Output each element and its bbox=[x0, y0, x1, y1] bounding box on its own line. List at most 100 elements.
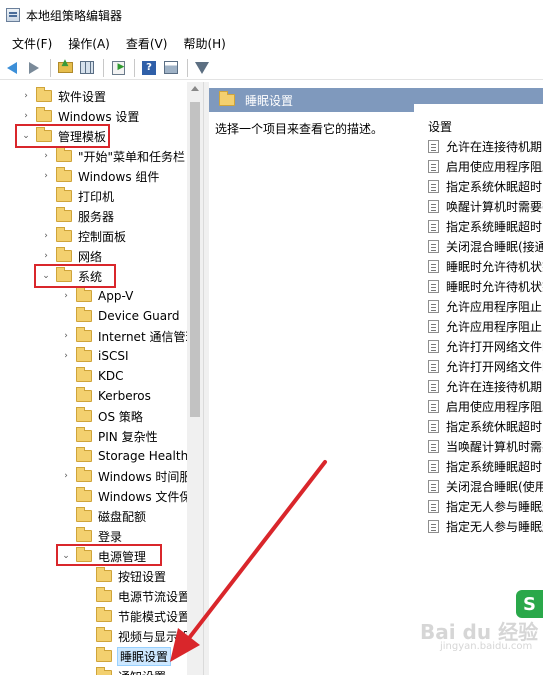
tree-item[interactable]: › 网络 bbox=[40, 246, 102, 266]
setting-row[interactable]: 唤醒计算机时需要密 bbox=[428, 196, 543, 216]
highlight-admin-templates bbox=[15, 124, 110, 148]
setting-label: 指定系统休眠超时(使 bbox=[446, 419, 543, 434]
folder-icon bbox=[96, 647, 112, 662]
tree-item[interactable]: 登录 bbox=[60, 526, 122, 546]
setting-row[interactable]: 启用使应用程序阻止 bbox=[428, 396, 543, 416]
export-list-button[interactable] bbox=[108, 58, 128, 78]
tree-item-label: 软件设置 bbox=[58, 89, 107, 104]
help-button[interactable]: ? bbox=[139, 58, 159, 78]
back-button[interactable] bbox=[2, 58, 22, 78]
tree-scrollbar[interactable] bbox=[187, 82, 203, 675]
chevron-right-icon[interactable]: › bbox=[20, 91, 32, 101]
show-hide-tree-button[interactable] bbox=[77, 58, 97, 78]
setting-row[interactable]: 指定系统休眠超时(接 bbox=[428, 176, 543, 196]
chevron-right-icon[interactable]: › bbox=[20, 111, 32, 121]
setting-label: 指定系统休眠超时(接 bbox=[446, 179, 543, 194]
tree-item[interactable]: › iSCSI bbox=[60, 346, 129, 366]
tree-item[interactable]: OS 策略 bbox=[60, 406, 143, 426]
folder-icon bbox=[56, 167, 72, 182]
tree-item[interactable]: 通知设置 bbox=[80, 666, 166, 675]
chevron-right-icon[interactable]: › bbox=[60, 291, 72, 301]
tree-item[interactable]: › Internet 通信管理 bbox=[60, 326, 197, 346]
tree-item[interactable]: Storage Health bbox=[60, 446, 188, 466]
setting-label: 允许在连接待机期间 bbox=[446, 379, 543, 394]
view-button[interactable] bbox=[161, 58, 181, 78]
highlight-power-management bbox=[56, 544, 162, 566]
setting-row[interactable]: 睡眠时允许待机状态 bbox=[428, 276, 543, 296]
setting-row[interactable]: 允许打开网络文件时 bbox=[428, 336, 543, 356]
tree-item[interactable]: 节能模式设置 bbox=[80, 606, 190, 626]
chevron-right-icon[interactable]: › bbox=[60, 351, 72, 361]
tree-item[interactable]: 磁盘配额 bbox=[60, 506, 146, 526]
tree-item[interactable]: 打印机 bbox=[40, 186, 114, 206]
folder-icon bbox=[76, 387, 92, 402]
filter-icon bbox=[195, 61, 209, 74]
up-one-level-button[interactable] bbox=[55, 58, 75, 78]
chevron-right-icon[interactable]: › bbox=[60, 471, 72, 481]
chevron-right-icon[interactable]: › bbox=[40, 251, 52, 261]
sogou-input-badge[interactable]: S bbox=[516, 590, 543, 618]
tree-item[interactable]: 电源节流设置 bbox=[80, 586, 190, 606]
tree-scrollbar-thumb[interactable] bbox=[190, 102, 200, 417]
tree-item[interactable]: PIN 复杂性 bbox=[60, 426, 158, 446]
tree-item-label: Windows 组件 bbox=[78, 169, 160, 184]
setting-row[interactable]: 启用使应用程序阻止 bbox=[428, 156, 543, 176]
chevron-right-icon[interactable]: › bbox=[60, 331, 72, 341]
back-arrow-icon bbox=[7, 61, 17, 74]
setting-row[interactable]: 允许在连接待机期间 bbox=[428, 376, 543, 396]
setting-label: 指定系统睡眠超时(接 bbox=[446, 219, 543, 234]
baidu-watermark-url: jingyan.baidu.com bbox=[440, 641, 533, 652]
menu-help[interactable]: 帮助(H) bbox=[175, 35, 233, 52]
tree-item[interactable]: › Windows 时间服务 bbox=[60, 466, 203, 486]
tree-item[interactable]: KDC bbox=[60, 366, 124, 386]
scroll-up-arrow-icon[interactable] bbox=[191, 86, 199, 91]
setting-row[interactable]: 允许打开网络文件时 bbox=[428, 356, 543, 376]
settings-column-header[interactable]: 设置 bbox=[428, 118, 452, 135]
tree-item[interactable]: 睡眠设置 bbox=[80, 646, 172, 666]
menu-view[interactable]: 查看(V) bbox=[118, 35, 176, 52]
folder-icon bbox=[96, 567, 112, 582]
tree-item[interactable]: Windows 文件保护 bbox=[60, 486, 203, 506]
setting-row[interactable]: 指定系统睡眠超时(使 bbox=[428, 456, 543, 476]
export-list-icon bbox=[111, 60, 125, 75]
setting-row[interactable]: 睡眠时允许待机状态 bbox=[428, 256, 543, 276]
setting-row[interactable]: 允许在连接待机期间 bbox=[428, 136, 543, 156]
policy-setting-icon bbox=[428, 519, 439, 533]
tree-item-label: Storage Health bbox=[98, 449, 189, 463]
setting-row[interactable]: 当唤醒计算机时需要 bbox=[428, 436, 543, 456]
chevron-right-icon[interactable]: › bbox=[40, 231, 52, 241]
setting-row[interactable]: 指定系统睡眠超时(接 bbox=[428, 216, 543, 236]
chevron-right-icon[interactable]: › bbox=[40, 171, 52, 181]
policy-setting-icon bbox=[428, 139, 439, 153]
folder-icon bbox=[76, 507, 92, 522]
tree-item[interactable]: 服务器 bbox=[40, 206, 114, 226]
tree-item-label: KDC bbox=[98, 369, 124, 383]
tree-item[interactable]: › "开始"菜单和任务栏 bbox=[40, 146, 185, 166]
tree-item[interactable]: Device Guard bbox=[60, 306, 179, 326]
policy-setting-icon bbox=[428, 439, 439, 453]
chevron-right-icon[interactable]: › bbox=[40, 151, 52, 161]
tree-item[interactable]: › 控制面板 bbox=[40, 226, 126, 246]
tree-item[interactable]: › 软件设置 bbox=[20, 86, 106, 106]
setting-row[interactable]: 指定无人参与睡眠超 bbox=[428, 496, 543, 516]
filter-button[interactable] bbox=[192, 58, 212, 78]
tree-item[interactable]: › Windows 设置 bbox=[20, 106, 139, 126]
tree-item[interactable]: 按钮设置 bbox=[80, 566, 166, 586]
tree-item-label: 登录 bbox=[98, 529, 123, 544]
setting-row[interactable]: 指定系统休眠超时(使 bbox=[428, 416, 543, 436]
tree-item[interactable]: › Windows 组件 bbox=[40, 166, 159, 186]
menu-file[interactable]: 文件(F) bbox=[4, 35, 60, 52]
setting-row[interactable]: 允许应用程序阻止自 bbox=[428, 296, 543, 316]
setting-row[interactable]: 关闭混合睡眠(使用电 bbox=[428, 476, 543, 496]
setting-label: 允许应用程序阻止自 bbox=[446, 299, 543, 314]
setting-row[interactable]: 允许应用程序阻止自 bbox=[428, 316, 543, 336]
menu-action[interactable]: 操作(A) bbox=[60, 35, 118, 52]
details-pane: 睡眠设置 选择一个项目来查看它的描述。 设置 允许在连接待机期间启用使应用程序阻… bbox=[209, 82, 543, 675]
folder-icon bbox=[76, 467, 92, 482]
setting-row[interactable]: 指定无人参与睡眠超 bbox=[428, 516, 543, 536]
tree-item[interactable]: 视频与显示设置 bbox=[80, 626, 202, 646]
forward-button[interactable] bbox=[24, 58, 44, 78]
tree-item[interactable]: Kerberos bbox=[60, 386, 151, 406]
setting-row[interactable]: 关闭混合睡眠(接通电 bbox=[428, 236, 543, 256]
tree-item[interactable]: › App-V bbox=[60, 286, 133, 306]
